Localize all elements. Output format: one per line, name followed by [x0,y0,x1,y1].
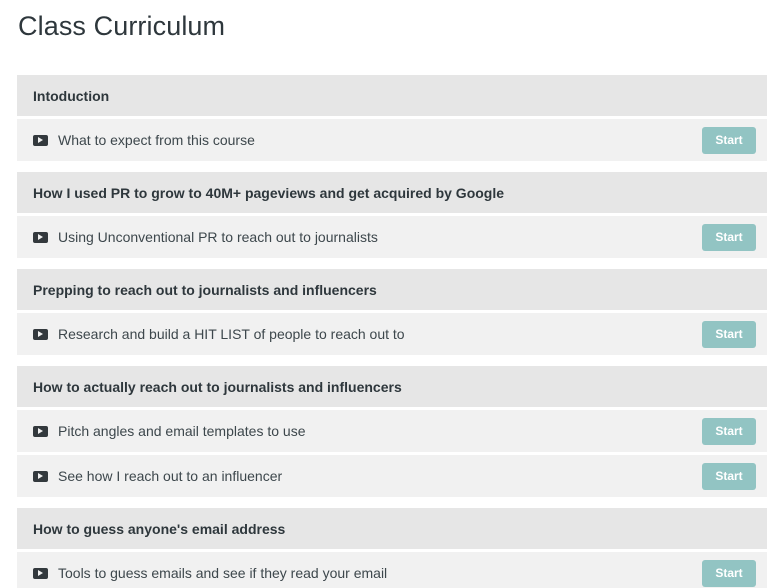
play-video-icon [33,567,48,579]
lecture-item[interactable]: Research and build a HIT LIST of people … [17,313,767,355]
page-title: Class Curriculum [18,11,226,41]
section-title: How to actually reach out to journalists… [33,378,402,395]
section-header: How to actually reach out to journalists… [17,366,767,407]
play-video-icon [33,470,48,482]
play-video-icon [33,134,48,146]
lecture-title[interactable]: What to expect from this course [58,132,702,148]
lecture-title[interactable]: Using Unconventional PR to reach out to … [58,229,702,245]
start-button[interactable]: Start [702,126,756,154]
section-title: Intoduction [33,87,110,104]
start-button[interactable]: Start [702,223,756,251]
section-header: How to guess anyone's email address [17,508,767,549]
play-video-icon [33,328,48,340]
lecture-item[interactable]: What to expect from this course Start [17,119,767,161]
lecture-item[interactable]: Tools to guess emails and see if they re… [17,552,767,588]
lecture-title[interactable]: See how I reach out to an influencer [58,468,702,484]
curriculum-sections: Intoduction What to expect from this cou… [17,75,767,588]
start-button[interactable]: Start [702,320,756,348]
section-header: Prepping to reach out to journalists and… [17,269,767,310]
curriculum-section: How to actually reach out to journalists… [17,366,767,497]
section-title: How I used PR to grow to 40M+ pageviews … [33,184,505,201]
lecture-item[interactable]: Using Unconventional PR to reach out to … [17,216,767,258]
lecture-title[interactable]: Research and build a HIT LIST of people … [58,326,702,342]
curriculum-section: How I used PR to grow to 40M+ pageviews … [17,172,767,258]
section-header: How I used PR to grow to 40M+ pageviews … [17,172,767,213]
lecture-item[interactable]: See how I reach out to an influencer Sta… [17,455,767,497]
play-video-icon [33,231,48,243]
lecture-item[interactable]: Pitch angles and email templates to use … [17,410,767,452]
lecture-title[interactable]: Pitch angles and email templates to use [58,423,702,439]
section-title: How to guess anyone's email address [33,520,286,537]
curriculum-page: Class Curriculum Intoduction What to exp… [0,0,777,588]
curriculum-section: Intoduction What to expect from this cou… [17,75,767,161]
section-title: Prepping to reach out to journalists and… [33,281,377,298]
section-header: Intoduction [17,75,767,116]
start-button[interactable]: Start [702,559,756,587]
start-button[interactable]: Start [702,417,756,445]
start-button[interactable]: Start [702,462,756,490]
lecture-title[interactable]: Tools to guess emails and see if they re… [58,565,702,581]
play-video-icon [33,425,48,437]
curriculum-section: How to guess anyone's email address Tool… [17,508,767,588]
curriculum-section: Prepping to reach out to journalists and… [17,269,767,355]
